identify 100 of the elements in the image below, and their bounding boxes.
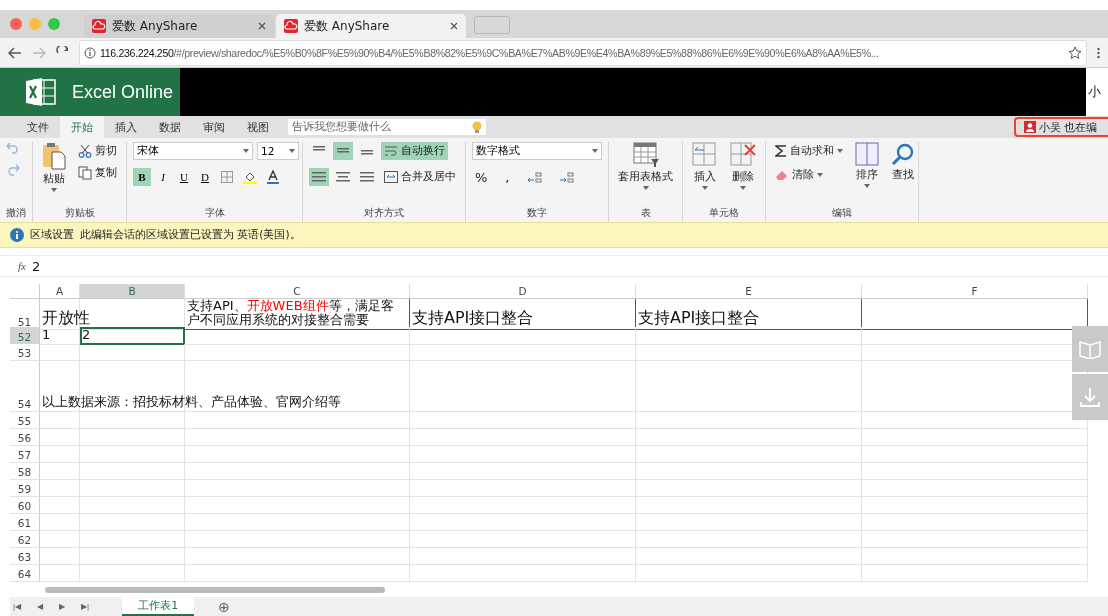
side-panel-button[interactable] [1072,326,1108,372]
comma-button[interactable]: , [502,168,513,187]
format-button[interactable]: U [175,168,193,186]
close-icon [450,22,458,30]
wrap-text-button[interactable]: 自动换行 [381,142,448,160]
ribbon-tab[interactable]: 插入 [104,116,148,138]
new-tab-button[interactable] [474,16,510,34]
sort-button[interactable]: 排序 [852,142,882,188]
font-size-field[interactable]: 12 [257,142,299,160]
autosum-button[interactable]: 自动求和 [772,142,846,160]
row-header[interactable]: 57 [10,446,40,463]
ribbon-tab[interactable]: 开始 [60,116,104,138]
add-sheet-button[interactable]: ⊕ [218,598,231,615]
row-header[interactable]: 62 [10,531,40,548]
find-button[interactable]: 查找 [888,142,918,182]
group-label: 对齐方式 [363,206,405,220]
paste-button[interactable]: 粘贴 [39,142,69,192]
column-header[interactable]: B [80,284,185,299]
sheet-nav-button[interactable]: |◀ [10,602,25,611]
address-field[interactable]: 116.236.224.250/#/preview/sharedoc/%E5%B0%8F%E5%90%B4/%E5%B8%82%E5%9C%BA%E7%AB%9E%E4%BA%89%E5%88%86%E6%9E%90%E6%A8%AA%E5%... [79,39,1087,66]
back-arrow-icon [8,46,22,59]
group-label: 数字 [526,206,548,220]
clear-button[interactable]: 清除 [772,166,826,184]
row-header[interactable]: 56 [10,429,40,446]
caret-icon [837,149,843,153]
align-lines-icon [337,146,349,156]
maximize-window-button[interactable] [48,18,60,30]
formula-field[interactable]: 2 [31,258,41,274]
redo-icon [6,164,20,176]
percent-button[interactable]: % [472,168,491,187]
info-message: 此编辑会话的区域设置已设置为 英语(美国)。 [80,228,301,242]
column-header[interactable]: F [862,284,1088,299]
cell-text: 开放性 [41,307,91,329]
scissors-icon [78,144,92,158]
row-header[interactable]: 60 [10,497,40,514]
sheet-nav-button[interactable]: ◀ [34,602,47,611]
column-header[interactable]: C [185,284,410,299]
cut-button[interactable]: 剪切 [75,142,120,160]
app-title: Excel Online [72,81,174,103]
close-window-button[interactable] [10,18,22,30]
insert-cells-button[interactable]: 插入 [689,142,721,190]
group-label: 表 [639,206,652,220]
group-label: 编辑 [831,206,853,220]
caret-icon [289,149,295,153]
info-title: 区域设置 [30,228,74,242]
row-header[interactable]: 53 [10,344,40,361]
ribbon-tab[interactable]: 视图 [236,116,280,138]
eraser-icon [775,169,789,181]
table-cell [40,531,80,548]
row-header[interactable]: 55 [10,412,40,429]
format-button[interactable]: D [196,168,214,186]
scrollbar-thumb[interactable] [45,587,385,593]
delete-cells-button[interactable]: 删除 [727,142,759,190]
column-header[interactable]: E [636,284,862,299]
group-label: 字体 [203,206,226,220]
row-header[interactable]: 54 [10,361,40,412]
font-name-field[interactable]: 宋体 [133,142,253,160]
group-label: 撤消 [6,206,26,220]
sheet-tab[interactable]: 工作表1 [122,597,195,616]
cell-text: 支持API接口整合 [411,307,535,329]
copy-button[interactable]: 复制 [75,164,120,182]
number-format-field[interactable]: 数字格式 [472,142,602,160]
row-header[interactable]: 64 [10,565,40,582]
row-header[interactable]: 52 [10,327,40,346]
row-header[interactable]: 59 [10,480,40,497]
format-button[interactable]: I [154,168,172,186]
row-header[interactable]: 61 [10,514,40,531]
format-button[interactable]: B [133,168,151,186]
sheet-nav-button[interactable]: ▶| [78,602,93,611]
ribbon-tab[interactable]: 数据 [148,116,192,138]
format-as-table-button[interactable]: 套用表格式 [615,142,676,190]
vertical-align-button[interactable] [333,142,353,160]
horizontal-align-button[interactable] [309,168,329,186]
tell-me-field[interactable]: 告诉我您想要做什么 [288,119,486,135]
caret-icon [642,186,649,190]
book-icon [1078,339,1102,359]
ribbon-tab[interactable]: 文件 [16,116,60,138]
star-icon [1068,45,1082,60]
table-cell [40,446,80,463]
ribbon-tab[interactable]: 审阅 [192,116,236,138]
tab-title: 爱数 AnyShare [112,17,199,35]
row-header[interactable]: 58 [10,463,40,480]
browser-tab[interactable]: 爱数 AnyShare [84,14,274,38]
decimal-arrow-icon [526,170,543,185]
download-button[interactable] [1072,374,1108,420]
sheet-nav-button[interactable]: ▶ [56,602,69,611]
cell-text: 支持API、开放WEB组件等，满足客 户不同应用系统的对接整合需要 [186,299,395,329]
caret-icon [817,173,823,177]
decimal-arrow-icon [558,170,575,185]
close-icon [258,22,266,30]
table-cell [40,565,80,582]
browser-tab[interactable]: 爱数 AnyShare [276,14,466,38]
row-header[interactable]: 63 [10,548,40,565]
url-text: 116.236.224.250/#/preview/sharedoc/%E5%B0%8F%E5%90%B4/%E5%B8%82%E5%9C%BA%E7%AB%9E%E4%BA%89%E5%88%86%E6%9E%90%E6%A8%AA%E5%... [100,46,879,59]
column-header[interactable]: A [40,284,80,299]
column-header[interactable]: D [410,284,636,299]
group-label: 剪贴板 [63,206,96,220]
merge-center-button[interactable]: 合并及居中 [381,168,459,186]
user-name[interactable]: 小 [1086,68,1108,116]
tab-title: 爱数 AnyShare [304,17,391,35]
